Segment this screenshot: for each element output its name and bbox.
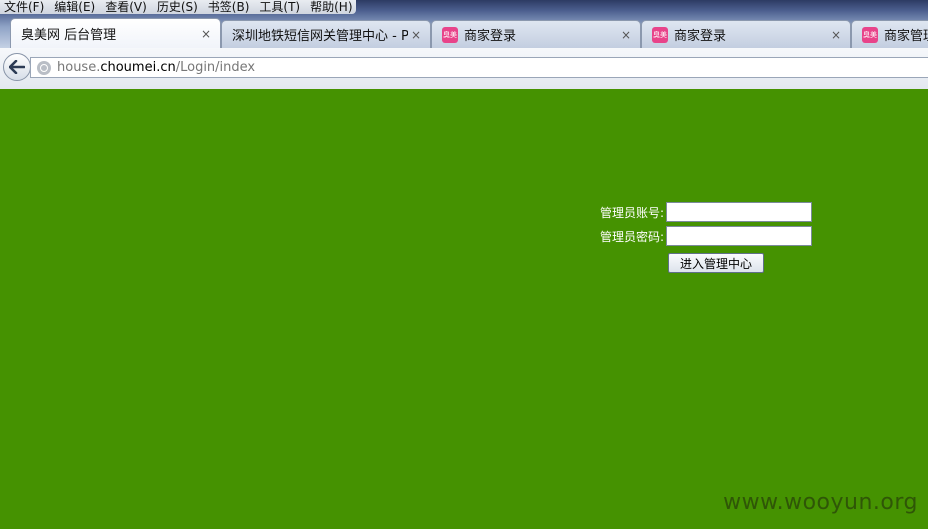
menu-bookmarks[interactable]: 书签(B) (204, 1, 256, 13)
close-icon[interactable]: × (618, 28, 634, 42)
close-icon[interactable]: × (408, 28, 424, 42)
globe-icon (37, 60, 51, 75)
account-row: 管理员账号: (560, 202, 820, 222)
menu-view[interactable]: 查看(V) (101, 1, 153, 13)
account-label: 管理员账号: (599, 206, 664, 220)
choumei-favicon-icon: 臭美 (862, 26, 878, 43)
watermark: www.wooyun.org (723, 490, 918, 515)
menu-bar: 文件(F) 编辑(E) 查看(V) 历史(S) 书签(B) 工具(T) 帮助(H… (0, 0, 356, 14)
url-prefix: house. (57, 60, 101, 75)
menu-history[interactable]: 历史(S) (153, 1, 204, 13)
close-icon[interactable]: × (828, 28, 844, 42)
tab-label: 深圳地铁短信网关管理中心 - P... (232, 29, 408, 44)
menu-help[interactable]: 帮助(H) (306, 1, 358, 13)
menu-tools[interactable]: 工具(T) (255, 1, 306, 13)
url-domain: choumei.cn (100, 60, 176, 75)
address-bar[interactable]: house. choumei.cn/Login/index (30, 57, 928, 78)
enter-admin-button[interactable]: 进入管理中心 (668, 253, 764, 273)
tab-label: 商家管理 (884, 29, 928, 44)
menu-file[interactable]: 文件(F) (0, 1, 50, 13)
tab-merchant-login-1[interactable]: 臭美 商家登录 × (431, 20, 641, 48)
choumei-favicon-icon: 臭美 (652, 26, 668, 43)
back-button[interactable] (3, 53, 31, 81)
navigation-bar: house. choumei.cn/Login/index (0, 48, 928, 89)
password-label: 管理员密码: (599, 230, 664, 244)
choumei-favicon-icon: 臭美 (442, 26, 458, 43)
tab-label: 商家登录 (674, 29, 727, 44)
page-content: 管理员账号: 管理员密码: 进入管理中心 www.wooyun.org (0, 90, 928, 529)
tab-label: 商家登录 (464, 29, 517, 44)
tab-merchant-manage[interactable]: 臭美 商家管理 (851, 20, 928, 48)
menu-edit[interactable]: 编辑(E) (50, 1, 101, 13)
back-arrow-icon (9, 60, 25, 74)
tab-merchant-login-2[interactable]: 臭美 商家登录 × (641, 20, 851, 48)
password-row: 管理员密码: (560, 226, 820, 246)
tab-sms-gateway[interactable]: 深圳地铁短信网关管理中心 - P... × (221, 20, 431, 48)
account-input[interactable] (666, 202, 812, 222)
close-icon[interactable]: × (198, 27, 214, 41)
tab-admin[interactable]: 臭美网 后台管理 × (10, 18, 221, 48)
tab-label: 臭美网 后台管理 (21, 28, 117, 43)
password-input[interactable] (666, 226, 812, 246)
browser-chrome: 文件(F) 编辑(E) 查看(V) 历史(S) 书签(B) 工具(T) 帮助(H… (0, 0, 928, 89)
tab-strip: 臭美网 后台管理 × 深圳地铁短信网关管理中心 - P... × 臭美 商家登录… (0, 18, 928, 48)
url-path: /Login/index (175, 60, 256, 75)
